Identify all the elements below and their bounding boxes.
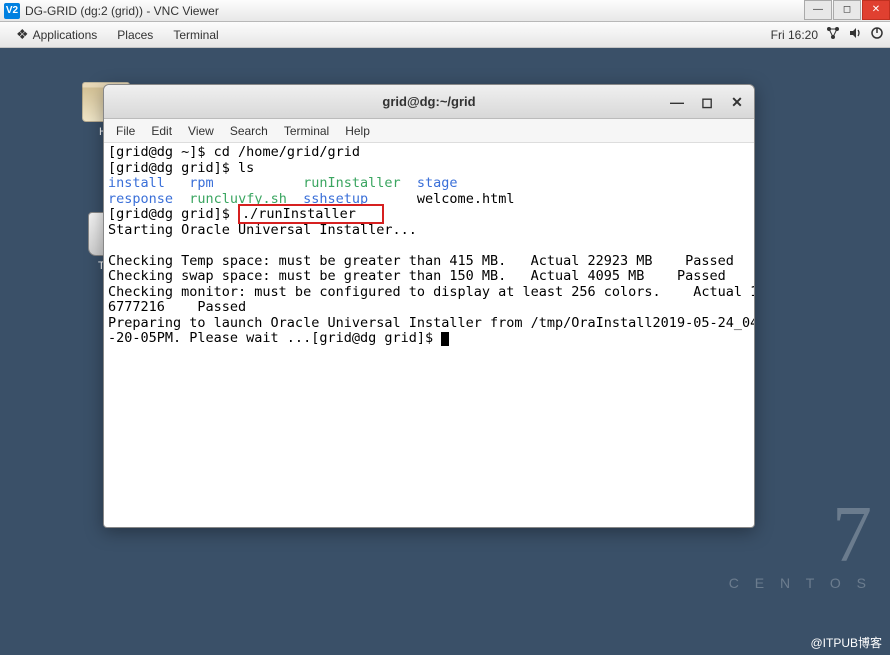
terminal-cursor: [441, 332, 449, 346]
menu-help[interactable]: Help: [337, 119, 378, 142]
vnc-icon: V2: [4, 3, 20, 19]
places-label: Places: [117, 28, 153, 42]
terminal-window: grid@dg:~/grid — ◻ ✕ File Edit View Sear…: [103, 84, 755, 528]
itpub-watermark: @ITPUB博客: [810, 634, 882, 651]
close-button[interactable]: ✕: [862, 0, 890, 20]
gnome-panel: ❖ Applications Places Terminal Fri 16:20: [0, 22, 890, 48]
cmd-ls: ls: [238, 160, 254, 176]
output-line: Checking Temp space: must be greater tha…: [108, 253, 734, 269]
ls-file: welcome.html: [417, 191, 515, 207]
ls-dir: install: [108, 175, 165, 191]
vnc-window-title: DG-GRID (dg:2 (grid)) - VNC Viewer: [25, 4, 803, 18]
menu-edit[interactable]: Edit: [143, 119, 180, 142]
output-line: Preparing to launch Oracle Universal Ins…: [108, 315, 754, 331]
applications-icon: ❖: [16, 26, 29, 43]
centos-name: C E N T O S: [729, 575, 872, 591]
prompt: [grid@dg grid]$: [108, 160, 238, 176]
clock[interactable]: Fri 16:20: [771, 28, 818, 42]
desktop: ❖ Applications Places Terminal Fri 16:20…: [0, 22, 890, 655]
ls-dir: response: [108, 191, 173, 207]
ls-dir: rpm: [189, 175, 213, 191]
output-line: Checking swap space: must be greater tha…: [108, 268, 726, 284]
applications-label: Applications: [33, 28, 98, 42]
output-line: Starting Oracle Universal Installer...: [108, 222, 417, 238]
network-icon[interactable]: [826, 26, 840, 43]
output-line: -20-05PM. Please wait ...: [108, 330, 311, 346]
menu-view[interactable]: View: [180, 119, 222, 142]
output-line: 6777216 Passed: [108, 299, 246, 315]
menu-search[interactable]: Search: [222, 119, 276, 142]
ls-dir: stage: [417, 175, 458, 191]
ls-exec: runInstaller: [303, 175, 401, 191]
terminal-body[interactable]: [grid@dg ~]$ cd /home/grid/grid [grid@dg…: [104, 143, 754, 527]
terminal-maximize-button[interactable]: ◻: [696, 91, 718, 113]
menu-terminal[interactable]: Terminal: [276, 119, 337, 142]
power-icon[interactable]: [870, 26, 884, 43]
maximize-button[interactable]: ◻: [833, 0, 861, 20]
terminal-minimize-button[interactable]: —: [666, 91, 688, 113]
prompt: [grid@dg grid]$: [108, 206, 238, 222]
terminal-title: grid@dg:~/grid: [382, 94, 475, 109]
terminal-titlebar[interactable]: grid@dg:~/grid — ◻ ✕: [104, 85, 754, 119]
cmd-cd: cd /home/grid/grid: [214, 144, 360, 160]
prompt: [grid@dg ~]$: [108, 144, 214, 160]
applications-menu[interactable]: ❖ Applications: [6, 22, 107, 47]
menu-file[interactable]: File: [108, 119, 143, 142]
terminal-menubar: File Edit View Search Terminal Help: [104, 119, 754, 143]
places-menu[interactable]: Places: [107, 22, 163, 47]
vnc-titlebar: V2 DG-GRID (dg:2 (grid)) - VNC Viewer — …: [0, 0, 890, 22]
output-line: Checking monitor: must be configured to …: [108, 284, 754, 300]
terminal-label: Terminal: [173, 28, 218, 42]
minimize-button[interactable]: —: [804, 0, 832, 20]
volume-icon[interactable]: [848, 26, 862, 43]
prompt: [grid@dg grid]$: [311, 330, 441, 346]
terminal-close-button[interactable]: ✕: [726, 91, 748, 113]
vnc-window-controls: — ◻ ✕: [803, 0, 890, 22]
terminal-launcher[interactable]: Terminal: [163, 22, 228, 47]
